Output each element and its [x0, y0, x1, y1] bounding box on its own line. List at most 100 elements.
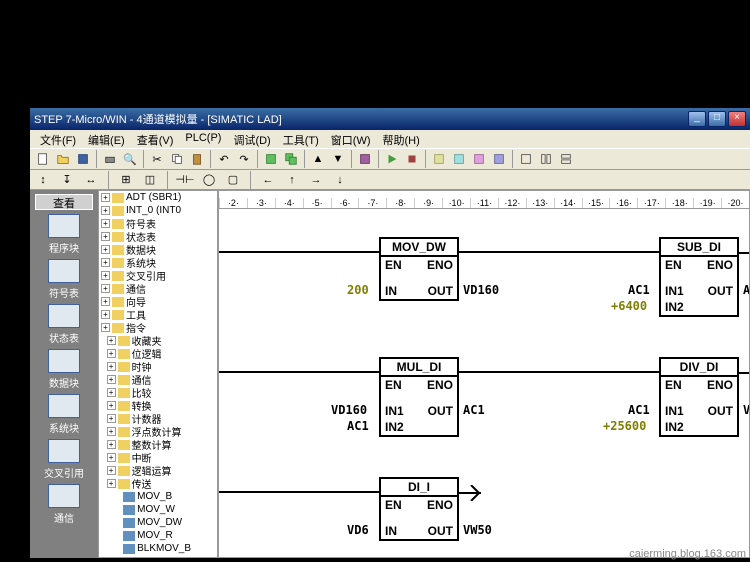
nav-system-block[interactable]: 系统块 [39, 394, 89, 435]
tree-item[interactable]: MOV_B [99, 490, 217, 503]
io-label: VD6 [347, 523, 369, 537]
tree-item[interactable]: +数据块 [99, 243, 217, 256]
nav-symbol-table[interactable]: 符号表 [39, 259, 89, 300]
tree-item[interactable]: +比较 [99, 386, 217, 399]
ll5-icon[interactable]: ◫ [141, 171, 159, 189]
cut-icon[interactable]: ✂ [148, 150, 166, 168]
tree-item[interactable]: +时钟 [99, 360, 217, 373]
menu-plc[interactable]: PLC(P) [179, 130, 227, 148]
nav-data-block[interactable]: 数据块 [39, 349, 89, 390]
tree-item[interactable]: +通信 [99, 282, 217, 295]
tree-item[interactable]: +符号表 [99, 217, 217, 230]
toolbar-main: 🔍 ✂ ↶ ↷ ▲ ▼ [30, 148, 750, 170]
instruction-tree[interactable]: +ADT (SBR1)+INT_0 (INT0+符号表+状态表+数据块+系统块+… [98, 190, 218, 558]
redo-icon[interactable]: ↷ [235, 150, 253, 168]
minimize-button[interactable]: _ [688, 111, 706, 127]
nav-program-block[interactable]: 程序块 [39, 214, 89, 255]
view2-icon[interactable] [537, 150, 555, 168]
tree-item[interactable]: +ADT (SBR1) [99, 191, 217, 204]
ll3-icon[interactable]: ↔ [82, 171, 100, 189]
ruler: ·2··3··4··5··6··7··8··9··10··11··12··13·… [219, 191, 749, 209]
nav-cross-ref[interactable]: 交叉引用 [39, 439, 89, 480]
menu-edit[interactable]: 编辑(E) [82, 130, 131, 148]
ref2-icon[interactable] [490, 150, 508, 168]
undo-icon[interactable]: ↶ [215, 150, 233, 168]
ll4-icon[interactable]: ⊞ [117, 171, 135, 189]
wire-r-icon[interactable]: → [307, 171, 325, 189]
tree-item[interactable]: +向导 [99, 295, 217, 308]
tree-item[interactable]: +整数计算 [99, 438, 217, 451]
io-label: AC1 [743, 283, 750, 297]
tree-item[interactable]: MOV_DW [99, 516, 217, 529]
new-icon[interactable] [34, 150, 52, 168]
compile-icon[interactable] [262, 150, 280, 168]
wire [459, 251, 659, 253]
download-icon[interactable]: ▼ [329, 150, 347, 168]
tree-item[interactable]: MOV_R [99, 529, 217, 542]
open-icon[interactable] [54, 150, 72, 168]
maximize-button[interactable]: □ [708, 111, 726, 127]
ll1-icon[interactable]: ↕ [34, 171, 52, 189]
io-label: VW50 [463, 523, 492, 537]
stop-icon[interactable] [403, 150, 421, 168]
close-button[interactable]: × [728, 111, 746, 127]
io-label: AC1 [347, 419, 369, 433]
contact-icon[interactable]: ⊣⊢ [176, 171, 194, 189]
menu-view[interactable]: 查看(V) [131, 130, 180, 148]
block-di-i[interactable]: DI_I ENENO INOUT [379, 477, 459, 541]
block-sub-di[interactable]: SUB_DI ENENO IN1OUT IN2 [659, 237, 739, 317]
io-label: AC1 [628, 283, 650, 297]
titlebar: STEP 7-Micro/WIN - 4通道模拟量 - [SIMATIC LAD… [30, 108, 750, 130]
save-icon[interactable] [74, 150, 92, 168]
block-mul-di[interactable]: MUL_DI ENENO IN1OUT IN2 [379, 357, 459, 437]
block-mov-dw[interactable]: MOV_DW ENENO INOUT [379, 237, 459, 301]
nav-comm[interactable]: 通信 [39, 484, 89, 525]
ladder-canvas[interactable]: ·2··3··4··5··6··7··8··9··10··11··12··13·… [218, 190, 750, 558]
tree-item[interactable]: BLKMOV_B [99, 542, 217, 555]
io-label: 200 [347, 283, 369, 297]
io-label: VD160 [463, 283, 499, 297]
menu-tools[interactable]: 工具(T) [277, 130, 325, 148]
tree-item[interactable]: +通信 [99, 373, 217, 386]
nav-status-table[interactable]: 状态表 [39, 304, 89, 345]
io-label: AC1 [463, 403, 485, 417]
tree-item[interactable]: +传送 [99, 477, 217, 490]
paste-icon[interactable] [188, 150, 206, 168]
menu-debug[interactable]: 调试(D) [227, 130, 276, 148]
wire-u-icon[interactable]: ↑ [283, 171, 301, 189]
preview-icon[interactable]: 🔍 [121, 150, 139, 168]
upload-icon[interactable]: ▲ [309, 150, 327, 168]
tree-item[interactable]: +逻辑运算 [99, 464, 217, 477]
tree-item[interactable]: MOV_W [99, 503, 217, 516]
menu-help[interactable]: 帮助(H) [377, 130, 426, 148]
wire-l-icon[interactable]: ← [259, 171, 277, 189]
tree-item[interactable]: +位逻辑 [99, 347, 217, 360]
nav-header: 查看 [35, 194, 93, 210]
tree-item[interactable]: +工具 [99, 308, 217, 321]
ll2-icon[interactable]: ↧ [58, 171, 76, 189]
menu-window[interactable]: 窗口(W) [325, 130, 377, 148]
options-icon[interactable] [356, 150, 374, 168]
wire-d-icon[interactable]: ↓ [331, 171, 349, 189]
tree-item[interactable]: +交叉引用 [99, 269, 217, 282]
tree-item[interactable]: BLKMOV_W [99, 555, 217, 558]
menu-file[interactable]: 文件(F) [34, 130, 82, 148]
io-label: VD160 [331, 403, 367, 417]
view3-icon[interactable] [557, 150, 575, 168]
tree-item[interactable]: +INT_0 (INT0 [99, 204, 217, 217]
tree-item[interactable]: +状态表 [99, 230, 217, 243]
copy-icon[interactable] [168, 150, 186, 168]
ref-icon[interactable] [470, 150, 488, 168]
coil-icon[interactable]: ◯ [200, 171, 218, 189]
run-icon[interactable] [383, 150, 401, 168]
status-icon[interactable] [430, 150, 448, 168]
view1-icon[interactable] [517, 150, 535, 168]
wire [219, 491, 379, 493]
box-icon[interactable]: ▢ [224, 171, 242, 189]
compile-all-icon[interactable] [282, 150, 300, 168]
chart-icon[interactable] [450, 150, 468, 168]
wire [459, 371, 659, 373]
print-icon[interactable] [101, 150, 119, 168]
block-div-di[interactable]: DIV_DI ENENO IN1OUT IN2 [659, 357, 739, 437]
wire [219, 371, 379, 373]
